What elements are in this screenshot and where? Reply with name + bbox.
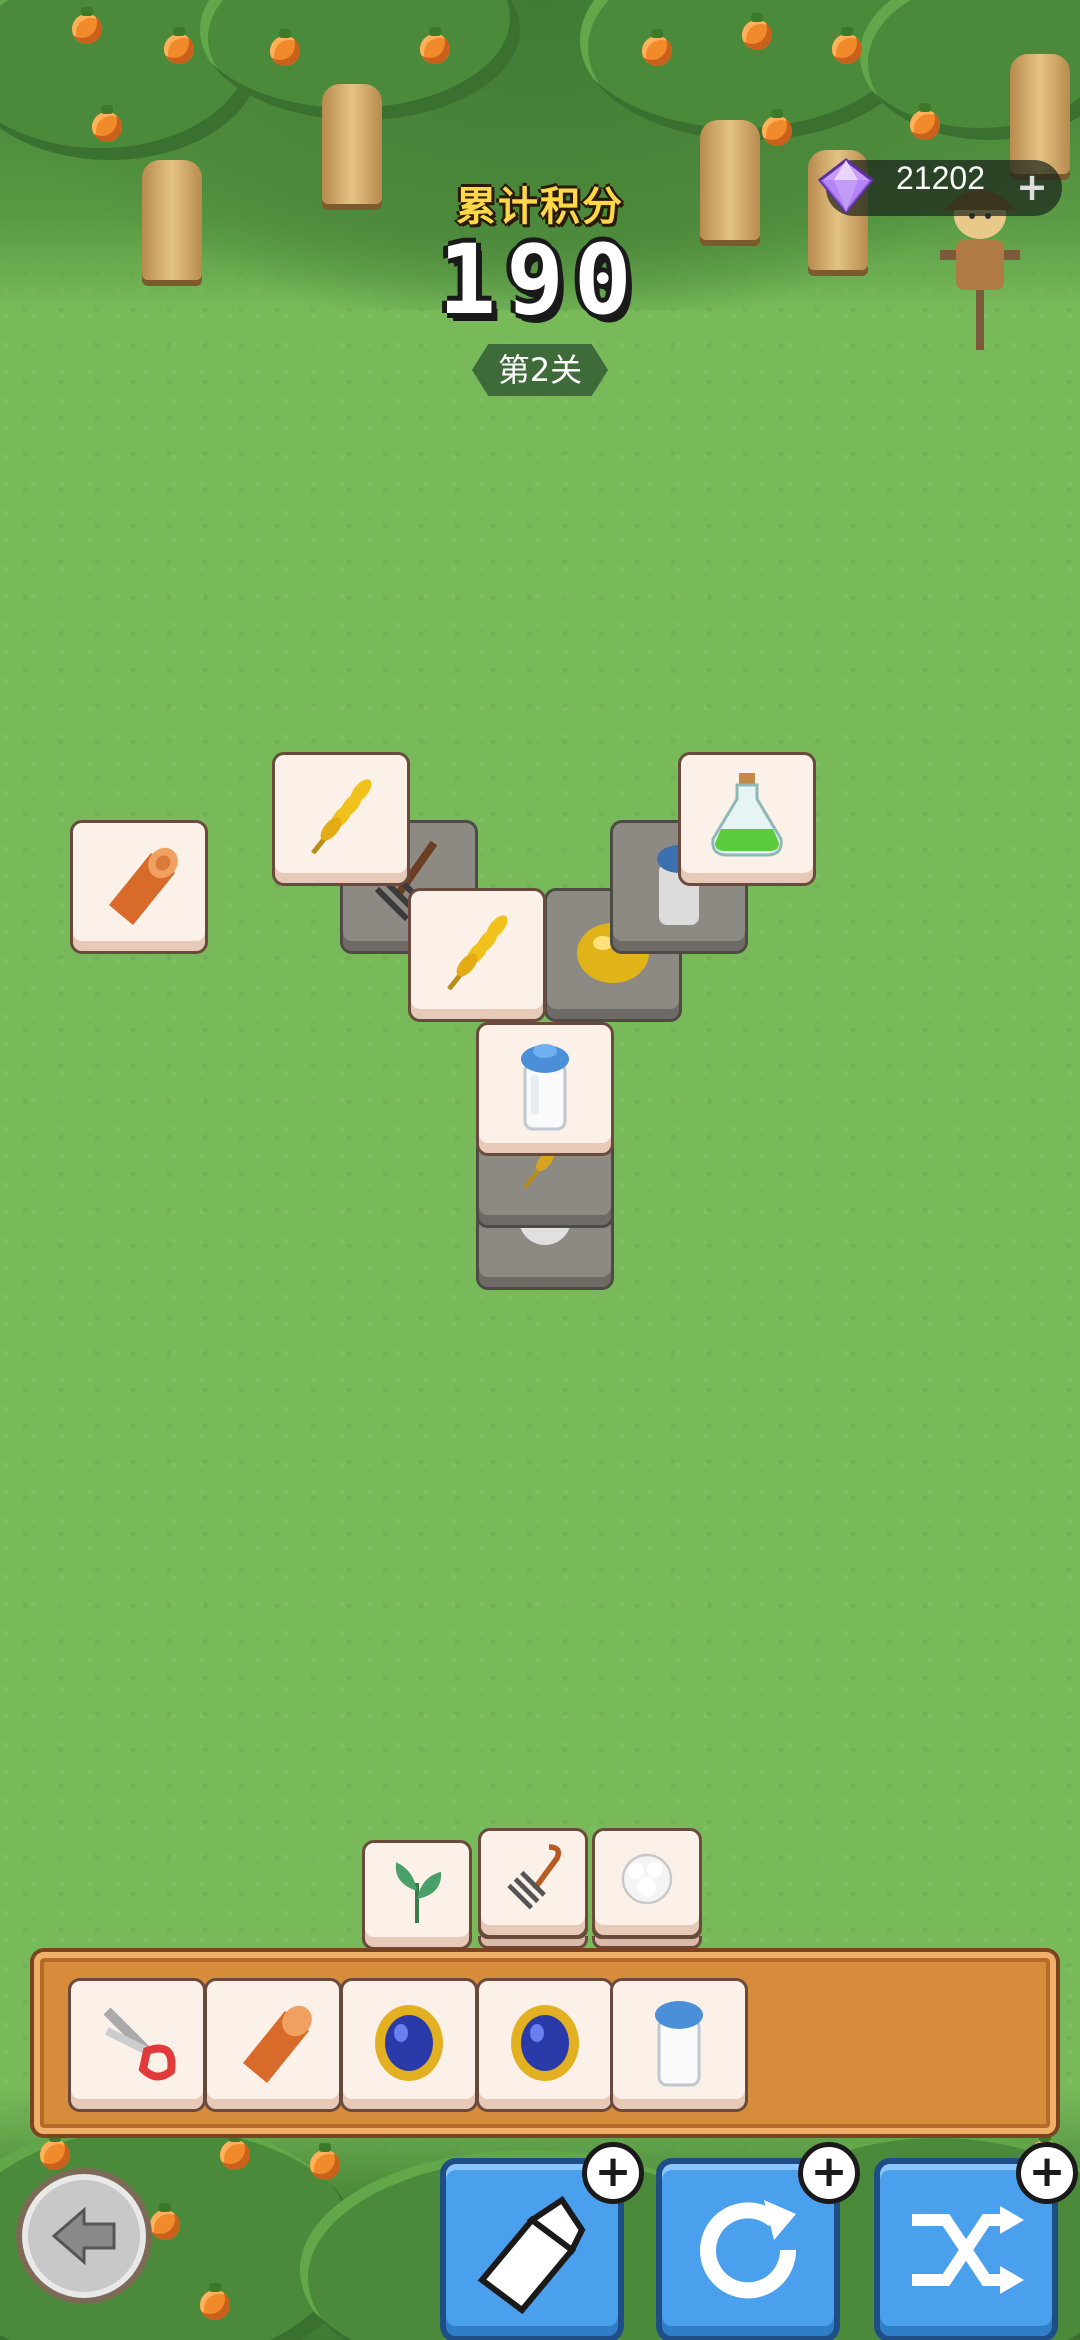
exit-button[interactable] bbox=[16, 2168, 152, 2304]
persimmon-fruit bbox=[92, 105, 122, 142]
leaf-icon bbox=[395, 1862, 442, 1923]
tray-slot-milk-bottle bbox=[610, 1978, 748, 2112]
persimmon-fruit bbox=[220, 2133, 250, 2170]
tray-slot-shears bbox=[68, 1978, 206, 2112]
log-icon bbox=[243, 2005, 312, 2083]
shuffle-icon bbox=[912, 2206, 1024, 2294]
sapphire-ring-icon bbox=[375, 2005, 443, 2081]
persimmon-fruit bbox=[762, 109, 792, 146]
persimmon-fruit bbox=[40, 2133, 70, 2170]
game-board: 累计积分 190 第2关 21202 + + + + bbox=[0, 0, 1080, 2340]
persimmon-fruit bbox=[200, 2283, 230, 2320]
tile-log[interactable] bbox=[70, 820, 208, 954]
undo-icon bbox=[477, 2195, 586, 2315]
milk-bottle-icon bbox=[655, 2001, 703, 2087]
persimmon-fruit bbox=[310, 2143, 340, 2180]
persimmon-fruit bbox=[642, 29, 672, 66]
tray-slot-sapphire-ring bbox=[340, 1978, 478, 2112]
stack-leaf[interactable] bbox=[362, 1840, 472, 1950]
sapphire-ring-icon bbox=[511, 2005, 579, 2081]
tray-slot-sapphire-ring bbox=[476, 1978, 614, 2112]
level-indicator: 第2关 bbox=[472, 344, 608, 396]
persimmon-fruit bbox=[72, 7, 102, 44]
diamond-icon bbox=[817, 158, 875, 215]
refresh-icon bbox=[700, 2200, 797, 2299]
persimmon-fruit bbox=[164, 27, 194, 64]
persimmon-fruit bbox=[150, 2203, 180, 2240]
persimmon-fruit bbox=[742, 13, 772, 50]
add-undo-plus-icon[interactable]: + bbox=[582, 2142, 644, 2204]
tree-trunk bbox=[1010, 54, 1070, 174]
add-gems-plus-icon[interactable]: + bbox=[1012, 168, 1052, 208]
wheat-icon bbox=[447, 915, 508, 991]
tray-slot-log bbox=[204, 1978, 342, 2112]
potion-icon bbox=[711, 773, 783, 857]
add-shuffle-plus-icon[interactable]: + bbox=[1016, 2142, 1078, 2204]
persimmon-fruit bbox=[420, 27, 450, 64]
total-score-value: 190 bbox=[438, 224, 642, 336]
log-icon bbox=[109, 847, 178, 925]
persimmon-fruit bbox=[832, 27, 862, 64]
stack-cotton[interactable] bbox=[592, 1828, 702, 1938]
shuffle-booster-button[interactable]: + bbox=[874, 2142, 1078, 2340]
tile-milk-bottle[interactable] bbox=[476, 1022, 614, 1156]
tile-potion[interactable] bbox=[678, 752, 816, 886]
cotton-icon bbox=[621, 1853, 673, 1905]
tile-wheat[interactable] bbox=[272, 752, 410, 886]
add-refresh-plus-icon[interactable]: + bbox=[798, 2142, 860, 2204]
stack-pitchfork[interactable] bbox=[478, 1828, 588, 1938]
gem-count: 21202 bbox=[896, 160, 985, 196]
pitchfork-icon bbox=[507, 1844, 562, 1910]
back-arrow-icon bbox=[51, 2206, 116, 2266]
persimmon-fruit bbox=[910, 103, 940, 140]
persimmon-fruit bbox=[270, 29, 300, 66]
refresh-booster-button[interactable]: + bbox=[656, 2142, 860, 2340]
gem-counter[interactable]: 21202 + bbox=[817, 158, 1062, 216]
undo-booster-button[interactable]: + bbox=[440, 2142, 644, 2340]
wheat-icon bbox=[311, 779, 372, 855]
tile-wheat[interactable] bbox=[408, 888, 546, 1022]
milk-bottle-icon bbox=[521, 1044, 569, 1131]
shears-icon bbox=[103, 2007, 176, 2081]
